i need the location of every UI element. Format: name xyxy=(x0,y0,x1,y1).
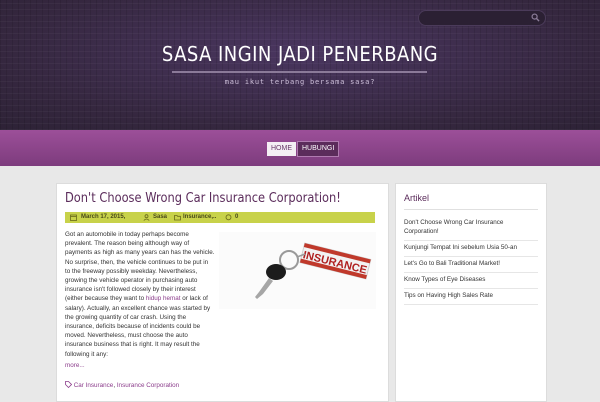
folder-icon xyxy=(174,215,181,221)
article-link[interactable]: Tips on Having High Sales Rate xyxy=(404,289,538,305)
post-comment-count[interactable]: 0 xyxy=(235,212,238,223)
article-link[interactable]: Let's Go to Bali Traditional Market! xyxy=(404,257,538,273)
widget-divider xyxy=(404,209,538,210)
tag-insurance-corporation[interactable]: Insurance Corporation xyxy=(117,382,179,389)
post-tags: Car Insurance, Insurance Corporation xyxy=(65,381,179,389)
nav-item-hubungi[interactable]: HUBUNGI xyxy=(297,141,340,157)
comment-icon xyxy=(225,214,232,221)
title-divider xyxy=(172,71,427,73)
search-icon[interactable] xyxy=(531,13,540,22)
read-more-link[interactable]: more... xyxy=(65,362,85,369)
post-body: Got an automobile in today perhaps becom… xyxy=(65,230,377,359)
article-link[interactable]: Know Types of Eye Diseases xyxy=(404,273,538,289)
sidebar-widget: Artikel Don't Choose Wrong Car Insurance… xyxy=(395,183,547,402)
post-body-text: Got an automobile in today perhaps becom… xyxy=(65,231,215,358)
post-date: March 17, 2015, xyxy=(81,214,126,220)
post-title[interactable]: Don't Choose Wrong Car Insurance Corpora… xyxy=(65,191,341,206)
article-link[interactable]: Don't Choose Wrong Car Insurance Corpora… xyxy=(404,216,538,241)
user-icon xyxy=(143,214,150,221)
widget-title: Artikel xyxy=(404,193,430,203)
inline-link-hidup-hemat[interactable]: hidup hemat xyxy=(146,295,181,302)
post-author[interactable]: Sasa xyxy=(153,212,167,223)
article-list: Don't Choose Wrong Car Insurance Corpora… xyxy=(404,216,538,305)
post-card: Don't Choose Wrong Car Insurance Corpora… xyxy=(56,183,389,402)
post-category[interactable]: Insurance,.. xyxy=(183,212,216,223)
search-input[interactable] xyxy=(418,10,546,26)
article-link[interactable]: Kunjungi Tempat Ini sebelum Usia 50-an xyxy=(404,241,538,257)
calendar-icon xyxy=(70,214,77,221)
site-header: SASA INGIN JADI PENERBANG mau ikut terba… xyxy=(0,0,600,130)
post-meta-bar: March 17, 2015, Sasa Insurance,.. 0 xyxy=(65,212,375,223)
tag-car-insurance[interactable]: Car Insurance xyxy=(74,382,114,389)
site-tagline: mau ikut terbang bersama sasa? xyxy=(224,78,376,86)
nav-item-home[interactable]: HOME xyxy=(267,142,296,156)
main-nav: HOME HUBUNGI xyxy=(0,130,600,166)
site-title[interactable]: SASA INGIN JADI PENERBANG xyxy=(30,42,570,66)
tag-icon xyxy=(65,381,73,389)
